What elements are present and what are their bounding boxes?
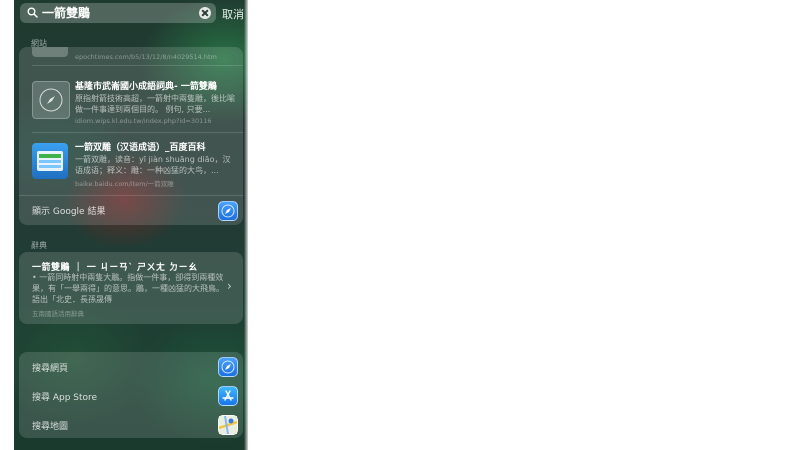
- search-action-label: 搜尋網頁: [32, 364, 69, 374]
- compass-icon: [32, 81, 70, 119]
- safari-icon: [218, 201, 238, 221]
- website-result[interactable]: 基隆市武崙國小成語詞典- 一箭雙鵰 原指射箭技術高超，一箭射中兩隻雕，後比喻做一…: [19, 66, 243, 132]
- search-query[interactable]: 一箭雙鵰: [42, 5, 90, 21]
- dictionary-card[interactable]: 一箭雙鵰 ｜ 一 ㄐㄧㄢˋ ㄕㄨㄤ ㄉㄧㄠ • 一箭同時射中兩隻大鵰。指做一件事…: [19, 252, 243, 324]
- search-maps-button[interactable]: 搜尋地圖: [19, 410, 243, 438]
- app-store-icon: [218, 386, 238, 406]
- show-google-results-button[interactable]: 顯示 Google 結果: [19, 196, 243, 225]
- search-field[interactable]: 一箭雙鵰: [20, 3, 216, 23]
- maps-icon: [218, 415, 238, 435]
- search-web-button[interactable]: 搜尋網頁: [19, 352, 243, 380]
- cancel-button[interactable]: 取消: [222, 6, 244, 22]
- website-thumbnail: [32, 47, 68, 57]
- chevron-right-icon: ›: [227, 279, 232, 293]
- search-action-label: 搜尋 App Store: [32, 393, 98, 403]
- website-result[interactable]: 一箭双雕（汉语成语）_百度百科 一箭双雕，读音：yī jiàn shuāng d…: [19, 133, 243, 195]
- website-url: epochtimes.com/b5/13/12/8/n4029514.htm: [75, 53, 217, 61]
- search-action-label: 搜尋地圖: [32, 422, 69, 432]
- search-app-store-button[interactable]: 搜尋 App Store: [19, 381, 243, 409]
- website-title: 一箭双雕（汉语成语）_百度百科: [75, 143, 206, 153]
- websites-card: epochtimes.com/b5/13/12/8/n4029514.htm 基…: [19, 47, 243, 225]
- spotlight-screen: 一箭雙鵰 取消 網站 epochtimes.com/b5/13/12/8/n40…: [14, 0, 248, 450]
- baidu-baike-thumbnail: [32, 143, 68, 179]
- dictionary-description: • 一箭同時射中兩隻大鵰。指做一件事，卻得到兩種效果，有「一舉兩得」的意思。鵰，…: [32, 273, 224, 304]
- search-bar: 一箭雙鵰 取消: [14, 0, 248, 28]
- website-description: 一箭双雕，读音：yī jiàn shuāng diāo，汉语成语；释义：雕：一种…: [75, 155, 231, 175]
- website-url: idiom.wips.kl.edu.tw/index.php?id=30116: [75, 117, 212, 125]
- website-description: 原指射箭技術高超，一箭射中兩隻雕，後比喻做一件事達到兩個目的。 例句, 只要..…: [75, 94, 235, 114]
- safari-icon: [218, 357, 238, 377]
- search-icon: [27, 7, 38, 18]
- clear-icon[interactable]: [199, 7, 211, 19]
- website-result-partial[interactable]: epochtimes.com/b5/13/12/8/n4029514.htm: [19, 47, 243, 65]
- website-title: 基隆市武崙國小成語詞典- 一箭雙鵰: [75, 82, 217, 92]
- show-google-label: 顯示 Google 結果: [32, 207, 106, 217]
- search-actions-card: 搜尋網頁 搜尋 App Store 搜尋地圖: [19, 352, 243, 438]
- dictionary-source: 五南國語活用辭典: [32, 310, 84, 318]
- section-header-dictionary: 辭典: [31, 241, 47, 250]
- website-url: baike.baidu.com/item/一箭双雕: [75, 180, 174, 188]
